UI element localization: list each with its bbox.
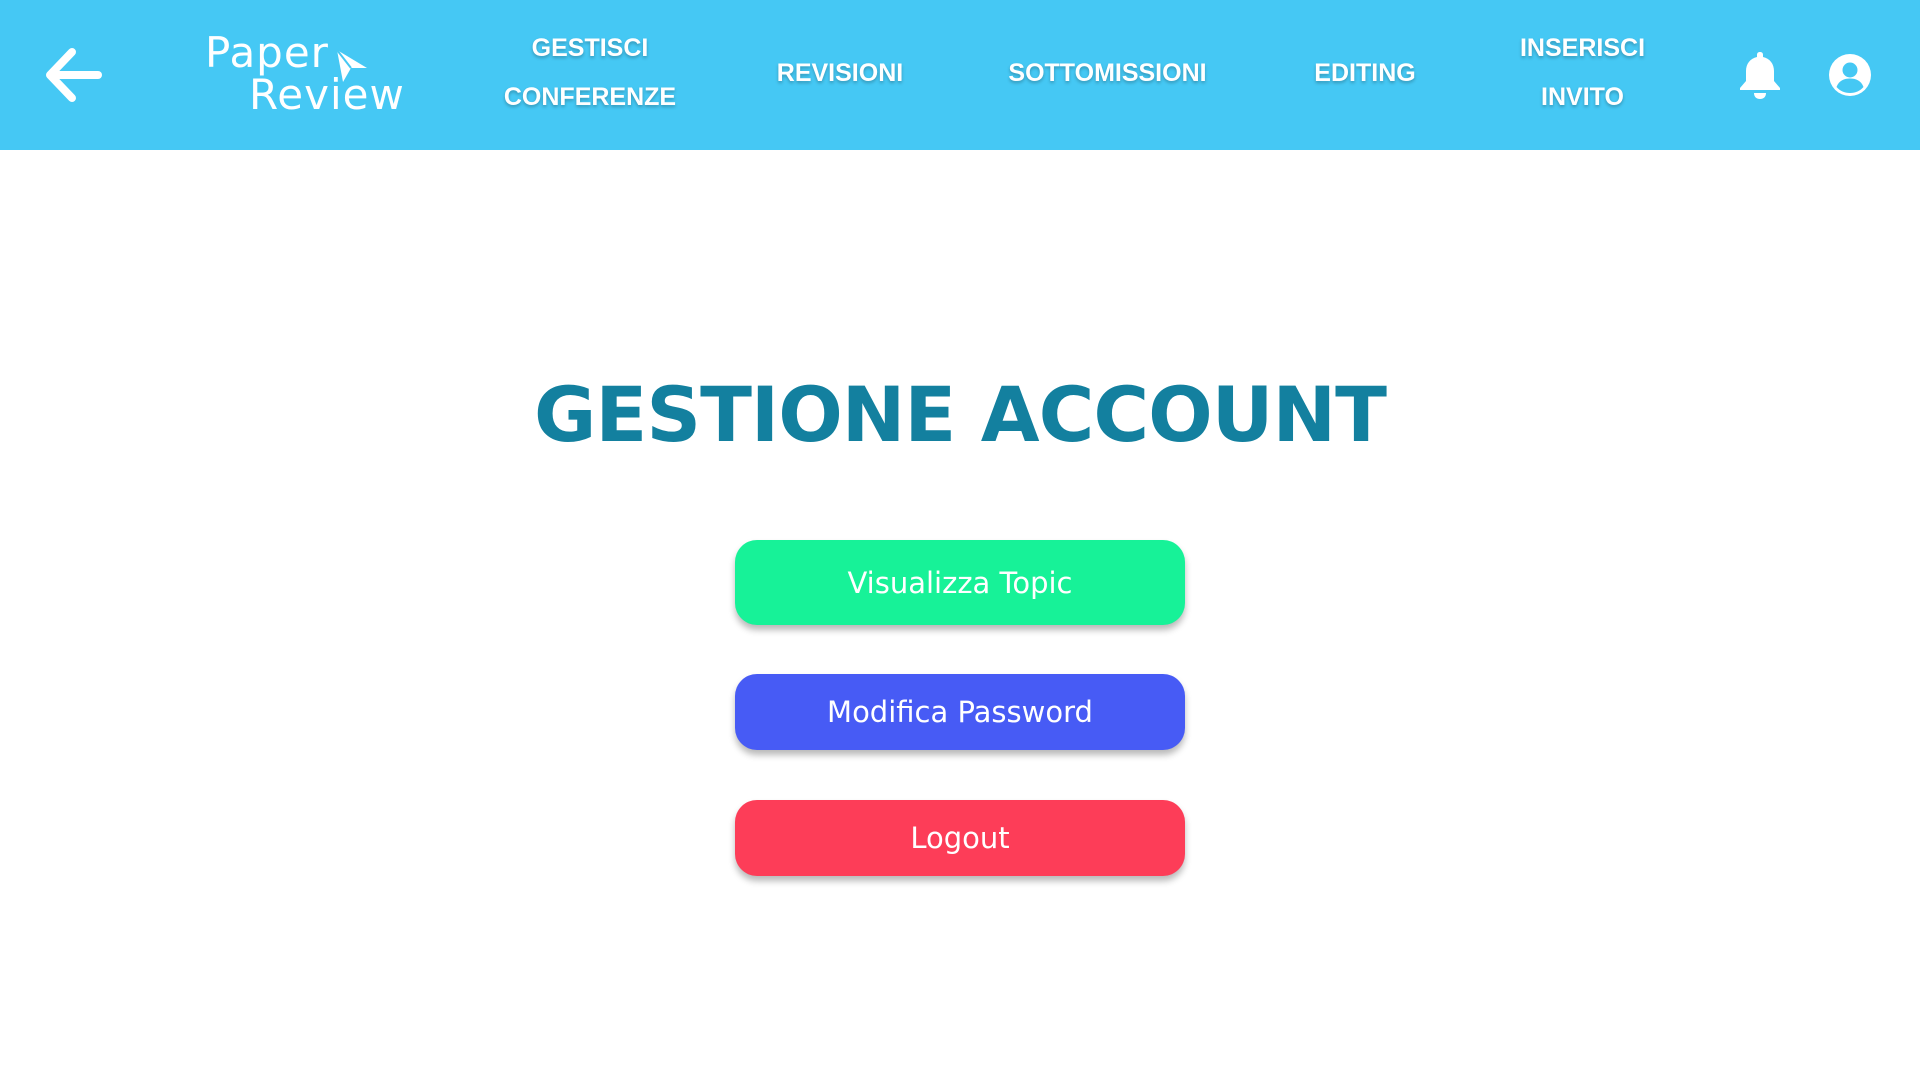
logo-text-line2: Review [249, 70, 405, 119]
logout-button[interactable]: Logout [735, 800, 1185, 876]
page-title: GESTIONE ACCOUNT [534, 370, 1387, 459]
arrow-left-icon [46, 48, 102, 102]
paper-plane-icon [336, 49, 367, 82]
nav-gestisci-conferenze[interactable]: GESTISCI CONFERENZE [500, 24, 680, 122]
back-button[interactable] [44, 46, 104, 104]
user-circle-icon [1829, 54, 1871, 96]
account-button[interactable] [1829, 54, 1871, 96]
notifications-button[interactable] [1738, 50, 1782, 100]
nav-inserisci-invito-line2: INVITO [1541, 83, 1624, 111]
nav-revisioni[interactable]: REVISIONI [760, 49, 920, 98]
nav-inserisci-invito-line1: INSERISCI [1519, 34, 1646, 62]
top-navbar: Paper Review GESTISCI CONFERENZE REVISIO… [0, 0, 1920, 150]
nav-inserisci-invito[interactable]: INSERISCI INVITO [1500, 24, 1665, 122]
nav-gestisci-conferenze-line2: CONFERENZE [503, 83, 677, 111]
view-topic-button[interactable]: Visualizza Topic [735, 540, 1185, 625]
nav-sottomissioni[interactable]: SOTTOMISSIONI [995, 49, 1220, 98]
nav-editing[interactable]: EDITING [1300, 49, 1430, 98]
change-password-button[interactable]: Modifica Password [735, 674, 1185, 750]
nav-gestisci-conferenze-line1: GESTISCI [531, 34, 649, 62]
app-logo[interactable]: Paper Review [205, 28, 405, 123]
bell-icon [1740, 52, 1780, 99]
